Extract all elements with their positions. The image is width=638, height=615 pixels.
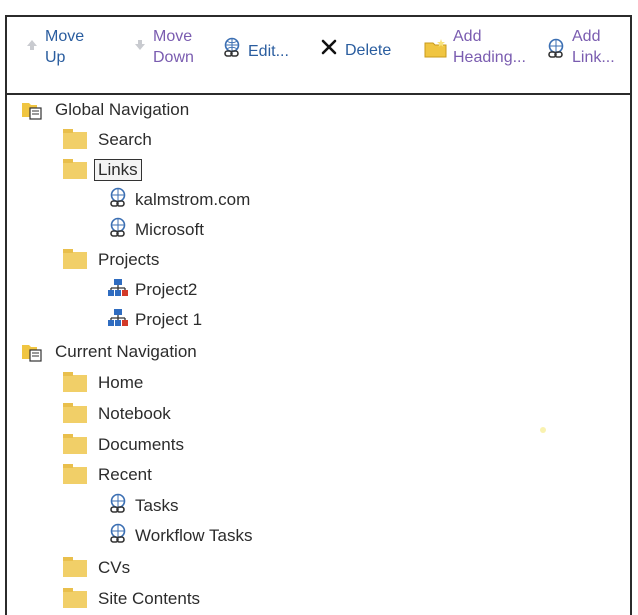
add-heading-label-line1: Add [453, 28, 482, 45]
tree-node-label: CVs [98, 558, 131, 577]
arrow-up-icon [25, 37, 39, 58]
toolbar: Move Up Move Down Edit... Delete Add Hea… [7, 17, 630, 93]
tree-node-documents[interactable]: Documents [63, 432, 188, 458]
navigation-root-icon [21, 99, 44, 121]
tree-node-label: Workflow Tasks [135, 526, 253, 545]
folder-icon [63, 556, 87, 577]
tree-node-label: Project 1 [135, 310, 203, 329]
tree-node-label: Recent [98, 465, 152, 484]
tree-node-project2[interactable]: Project2 [107, 277, 201, 303]
tree-node-label: Search [98, 130, 152, 149]
link-icon [107, 523, 129, 550]
add-link-label-line2: Link... [572, 49, 615, 66]
add-heading-button[interactable]: Add Heading... [424, 26, 526, 68]
edit-button[interactable]: Edit... [221, 37, 289, 65]
move-up-label-line1: Move [45, 28, 85, 45]
move-down-label-line1: Move [153, 28, 193, 45]
navigation-editor: Move Up Move Down Edit... Delete Add Hea… [5, 15, 632, 615]
tree-node-label: Tasks [135, 496, 179, 515]
tree-node-label: Current Navigation [55, 342, 197, 361]
edit-label: Edit... [248, 42, 289, 60]
tree-node-cvs[interactable]: CVs [63, 555, 134, 581]
tree-node-workflow-tasks[interactable]: Workflow Tasks [107, 523, 256, 549]
move-up-label-line2: Up [45, 49, 66, 66]
decorative-sparkle [540, 427, 546, 433]
tree-node-label: Notebook [98, 404, 171, 423]
close-icon [320, 38, 338, 62]
tree-node-project-1[interactable]: Project 1 [107, 307, 206, 333]
folder-icon [63, 371, 87, 392]
tree-node-label: kalmstrom.com [135, 190, 251, 209]
tree-node-global-navigation[interactable]: Global Navigation [21, 97, 193, 123]
tree-node-label: Links [94, 159, 142, 181]
delete-label: Delete [345, 41, 392, 59]
add-heading-label-line2: Heading... [453, 49, 526, 66]
tree-node-label: Home [98, 373, 144, 392]
arrow-down-icon [133, 37, 147, 58]
move-up-button[interactable]: Move Up [25, 26, 84, 68]
tree-node-label: Documents [98, 435, 184, 454]
tree-node-links[interactable]: Links [63, 157, 142, 183]
folder-icon [63, 248, 87, 269]
tree-node-current-navigation[interactable]: Current Navigation [21, 339, 201, 365]
tree-node-kalmstrom[interactable]: kalmstrom.com [107, 187, 254, 213]
add-link-label-line1: Add [572, 28, 601, 45]
link-icon [107, 217, 129, 244]
tree-node-home[interactable]: Home [63, 370, 147, 396]
tree-node-site-contents[interactable]: Site Contents [63, 586, 204, 612]
add-link-button[interactable]: Add Link... [545, 26, 615, 68]
tree-node-label: Microsoft [135, 220, 204, 239]
tree-node-label: Global Navigation [55, 100, 190, 119]
move-down-label-line2: Down [153, 49, 194, 66]
toolbar-divider [7, 93, 630, 95]
navigation-root-icon [21, 341, 44, 363]
site-hierarchy-icon [107, 307, 129, 334]
link-add-icon [545, 38, 567, 66]
tree-node-projects[interactable]: Projects [63, 247, 163, 273]
tree-node-tasks[interactable]: Tasks [107, 493, 182, 519]
tree-node-notebook[interactable]: Notebook [63, 401, 175, 427]
folder-icon [63, 128, 87, 149]
link-edit-icon [221, 37, 243, 65]
link-icon [107, 493, 129, 520]
folder-icon [63, 463, 87, 484]
link-icon [107, 187, 129, 214]
tree-node-label: Projects [98, 250, 160, 269]
folder-icon [63, 433, 87, 454]
site-hierarchy-icon [107, 277, 129, 304]
folder-icon [63, 158, 87, 179]
tree-node-label: Project2 [135, 280, 198, 299]
delete-button[interactable]: Delete [320, 38, 391, 62]
tree-node-recent[interactable]: Recent [63, 462, 156, 488]
move-down-button[interactable]: Move Down [133, 26, 194, 68]
folder-add-icon [424, 39, 448, 65]
tree-node-search[interactable]: Search [63, 127, 156, 153]
tree-node-label: Site Contents [98, 589, 201, 608]
folder-icon [63, 587, 87, 608]
folder-icon [63, 402, 87, 423]
tree-node-microsoft[interactable]: Microsoft [107, 217, 208, 243]
